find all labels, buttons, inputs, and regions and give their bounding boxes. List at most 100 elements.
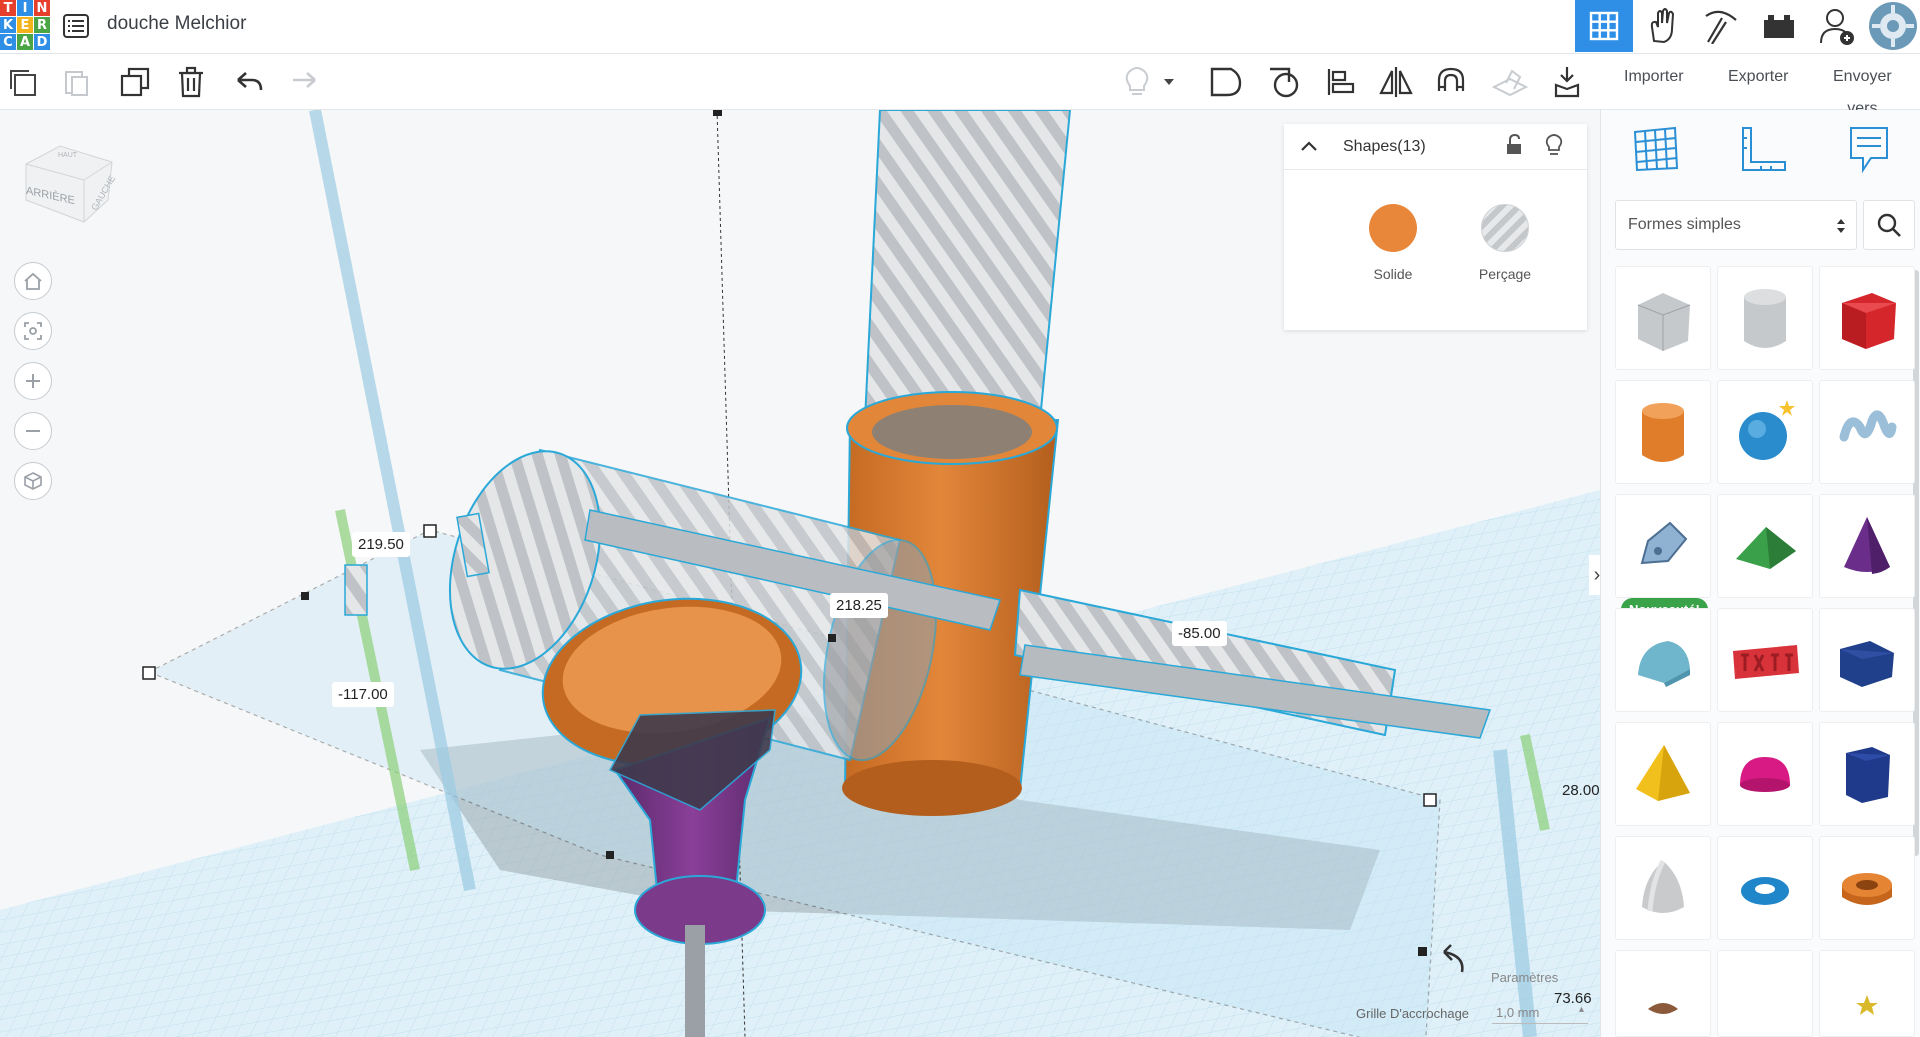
show-all-dropdown[interactable]: [1159, 62, 1179, 102]
dimension-label[interactable]: 28.00: [1556, 778, 1600, 803]
delete-button[interactable]: [171, 62, 211, 102]
view-cube[interactable]: ARRIÈRE GAUCHE HAUT: [20, 140, 117, 235]
duplicate-button[interactable]: [115, 62, 155, 102]
orange-cylinder-base: [842, 760, 1022, 816]
shape-half-sphere[interactable]: [1717, 722, 1813, 826]
shape-pyramid[interactable]: [1615, 722, 1711, 826]
shape-cylinder-hole[interactable]: [1717, 266, 1813, 370]
user-avatar[interactable]: [1866, 0, 1920, 52]
shape-prism[interactable]: [1819, 608, 1915, 712]
dimension-label[interactable]: -117.00: [332, 682, 394, 707]
workplane-button[interactable]: [1490, 62, 1530, 102]
dimension-label[interactable]: 218.25: [830, 593, 888, 618]
shape-torus[interactable]: [1717, 836, 1813, 940]
ruler-drop-button[interactable]: [1547, 62, 1587, 102]
shape-box-hole[interactable]: [1615, 266, 1711, 370]
fit-view-button[interactable]: [14, 312, 52, 350]
shape-box[interactable]: [1819, 266, 1915, 370]
hole-option[interactable]: Perçage: [1465, 204, 1545, 282]
ruler-tool-button[interactable]: [1737, 124, 1789, 179]
shape-tube[interactable]: [1819, 836, 1915, 940]
chevron-up-icon: [1301, 141, 1317, 151]
grid-icon: [1589, 11, 1619, 41]
lock-button[interactable]: [1505, 133, 1523, 161]
dimension-label[interactable]: -85.00: [1172, 621, 1227, 646]
send-to-label: Envoyer: [1833, 68, 1892, 85]
snap-grid-select[interactable]: 1,0 mm ▴: [1492, 1002, 1588, 1024]
shape-round-roof[interactable]: [1615, 608, 1711, 712]
search-icon: [1877, 213, 1901, 237]
resize-handle[interactable]: [606, 851, 614, 859]
cone-icon: [1844, 517, 1890, 574]
ungroup-button[interactable]: [1264, 62, 1304, 102]
shape-star[interactable]: [1819, 950, 1915, 1037]
export-button[interactable]: Exporter: [1728, 68, 1788, 86]
workplane-tool-button[interactable]: [1631, 124, 1681, 179]
zoom-out-button[interactable]: [14, 412, 52, 450]
show-all-button[interactable]: [1117, 62, 1157, 102]
visibility-button[interactable]: [1545, 133, 1563, 162]
shape-cone[interactable]: [1819, 494, 1915, 598]
copy-button[interactable]: [2, 62, 42, 102]
category-value: Formes simples: [1628, 216, 1741, 233]
shape-roof[interactable]: [1717, 494, 1813, 598]
scribble-icon: [1839, 410, 1897, 442]
shape-polygon[interactable]: [1819, 722, 1915, 826]
collapse-inspector-button[interactable]: [1300, 139, 1318, 157]
hole-swatch[interactable]: [1481, 204, 1529, 252]
bricks-view-button[interactable]: [1692, 0, 1750, 52]
design-list-button[interactable]: [62, 12, 90, 40]
resize-handle[interactable]: [713, 110, 722, 116]
shape-search-button[interactable]: [1863, 200, 1915, 250]
zoom-in-button[interactable]: [14, 362, 52, 400]
torus-icon: [1741, 877, 1789, 905]
blocks-view-button[interactable]: [1634, 0, 1692, 52]
solid-swatch[interactable]: [1369, 204, 1417, 252]
shape-sphere[interactable]: [1717, 380, 1813, 484]
logo-letter: T: [0, 0, 16, 16]
resize-handle[interactable]: [301, 592, 309, 600]
group-icon: [1210, 67, 1242, 97]
perspective-button[interactable]: [14, 462, 52, 500]
tube-icon: [1842, 873, 1892, 905]
shape-text[interactable]: [1717, 608, 1813, 712]
paste-button[interactable]: [56, 62, 96, 102]
view-cube-top-label: HAUT: [58, 152, 78, 159]
shape-cylinder[interactable]: [1615, 380, 1711, 484]
small-hole[interactable]: [344, 564, 368, 616]
heart-icon: [1648, 1002, 1678, 1014]
resize-handle[interactable]: [828, 634, 836, 642]
tinkercad-logo[interactable]: T I N K E R C A D: [0, 0, 50, 50]
group-button[interactable]: [1206, 62, 1246, 102]
resize-handle[interactable]: [423, 524, 437, 538]
resize-handle[interactable]: [142, 666, 156, 680]
shape-sketch[interactable]: [1615, 494, 1711, 598]
3d-view-button[interactable]: [1575, 0, 1633, 52]
cylinder-hole-icon: [1744, 289, 1786, 348]
sphere-icon: [1739, 400, 1795, 460]
3d-workplane-viewport[interactable]: 219.50 218.25 -85.00 -117.00 28.00 73.66…: [0, 110, 1600, 1037]
resize-handle[interactable]: [1423, 793, 1437, 807]
settings-button[interactable]: Paramètres: [1491, 970, 1558, 985]
notes-tool-button[interactable]: [1847, 124, 1891, 181]
resize-handle[interactable]: [1418, 947, 1427, 956]
invite-user-button[interactable]: [1808, 0, 1866, 52]
document-title[interactable]: douche Melchior: [107, 13, 246, 35]
avatar-icon: [1869, 2, 1917, 50]
redo-button[interactable]: [284, 62, 324, 102]
shape-scribble[interactable]: [1819, 380, 1915, 484]
cruise-button[interactable]: [1431, 62, 1471, 102]
import-button[interactable]: Importer: [1624, 68, 1684, 86]
simulator-button[interactable]: [1750, 0, 1808, 52]
mirror-button[interactable]: [1376, 62, 1416, 102]
shape-heart[interactable]: [1615, 950, 1711, 1037]
solid-option[interactable]: Solide: [1353, 204, 1433, 282]
dimension-label[interactable]: 219.50: [352, 532, 410, 557]
align-button[interactable]: [1321, 62, 1361, 102]
shape-category-select[interactable]: Formes simples: [1615, 200, 1857, 250]
shape-unknown[interactable]: [1717, 950, 1813, 1037]
hole-cylinder-tall[interactable]: [863, 110, 1072, 421]
shape-paraboloid[interactable]: [1615, 836, 1711, 940]
home-view-button[interactable]: [14, 262, 52, 300]
undo-button[interactable]: [229, 62, 269, 102]
